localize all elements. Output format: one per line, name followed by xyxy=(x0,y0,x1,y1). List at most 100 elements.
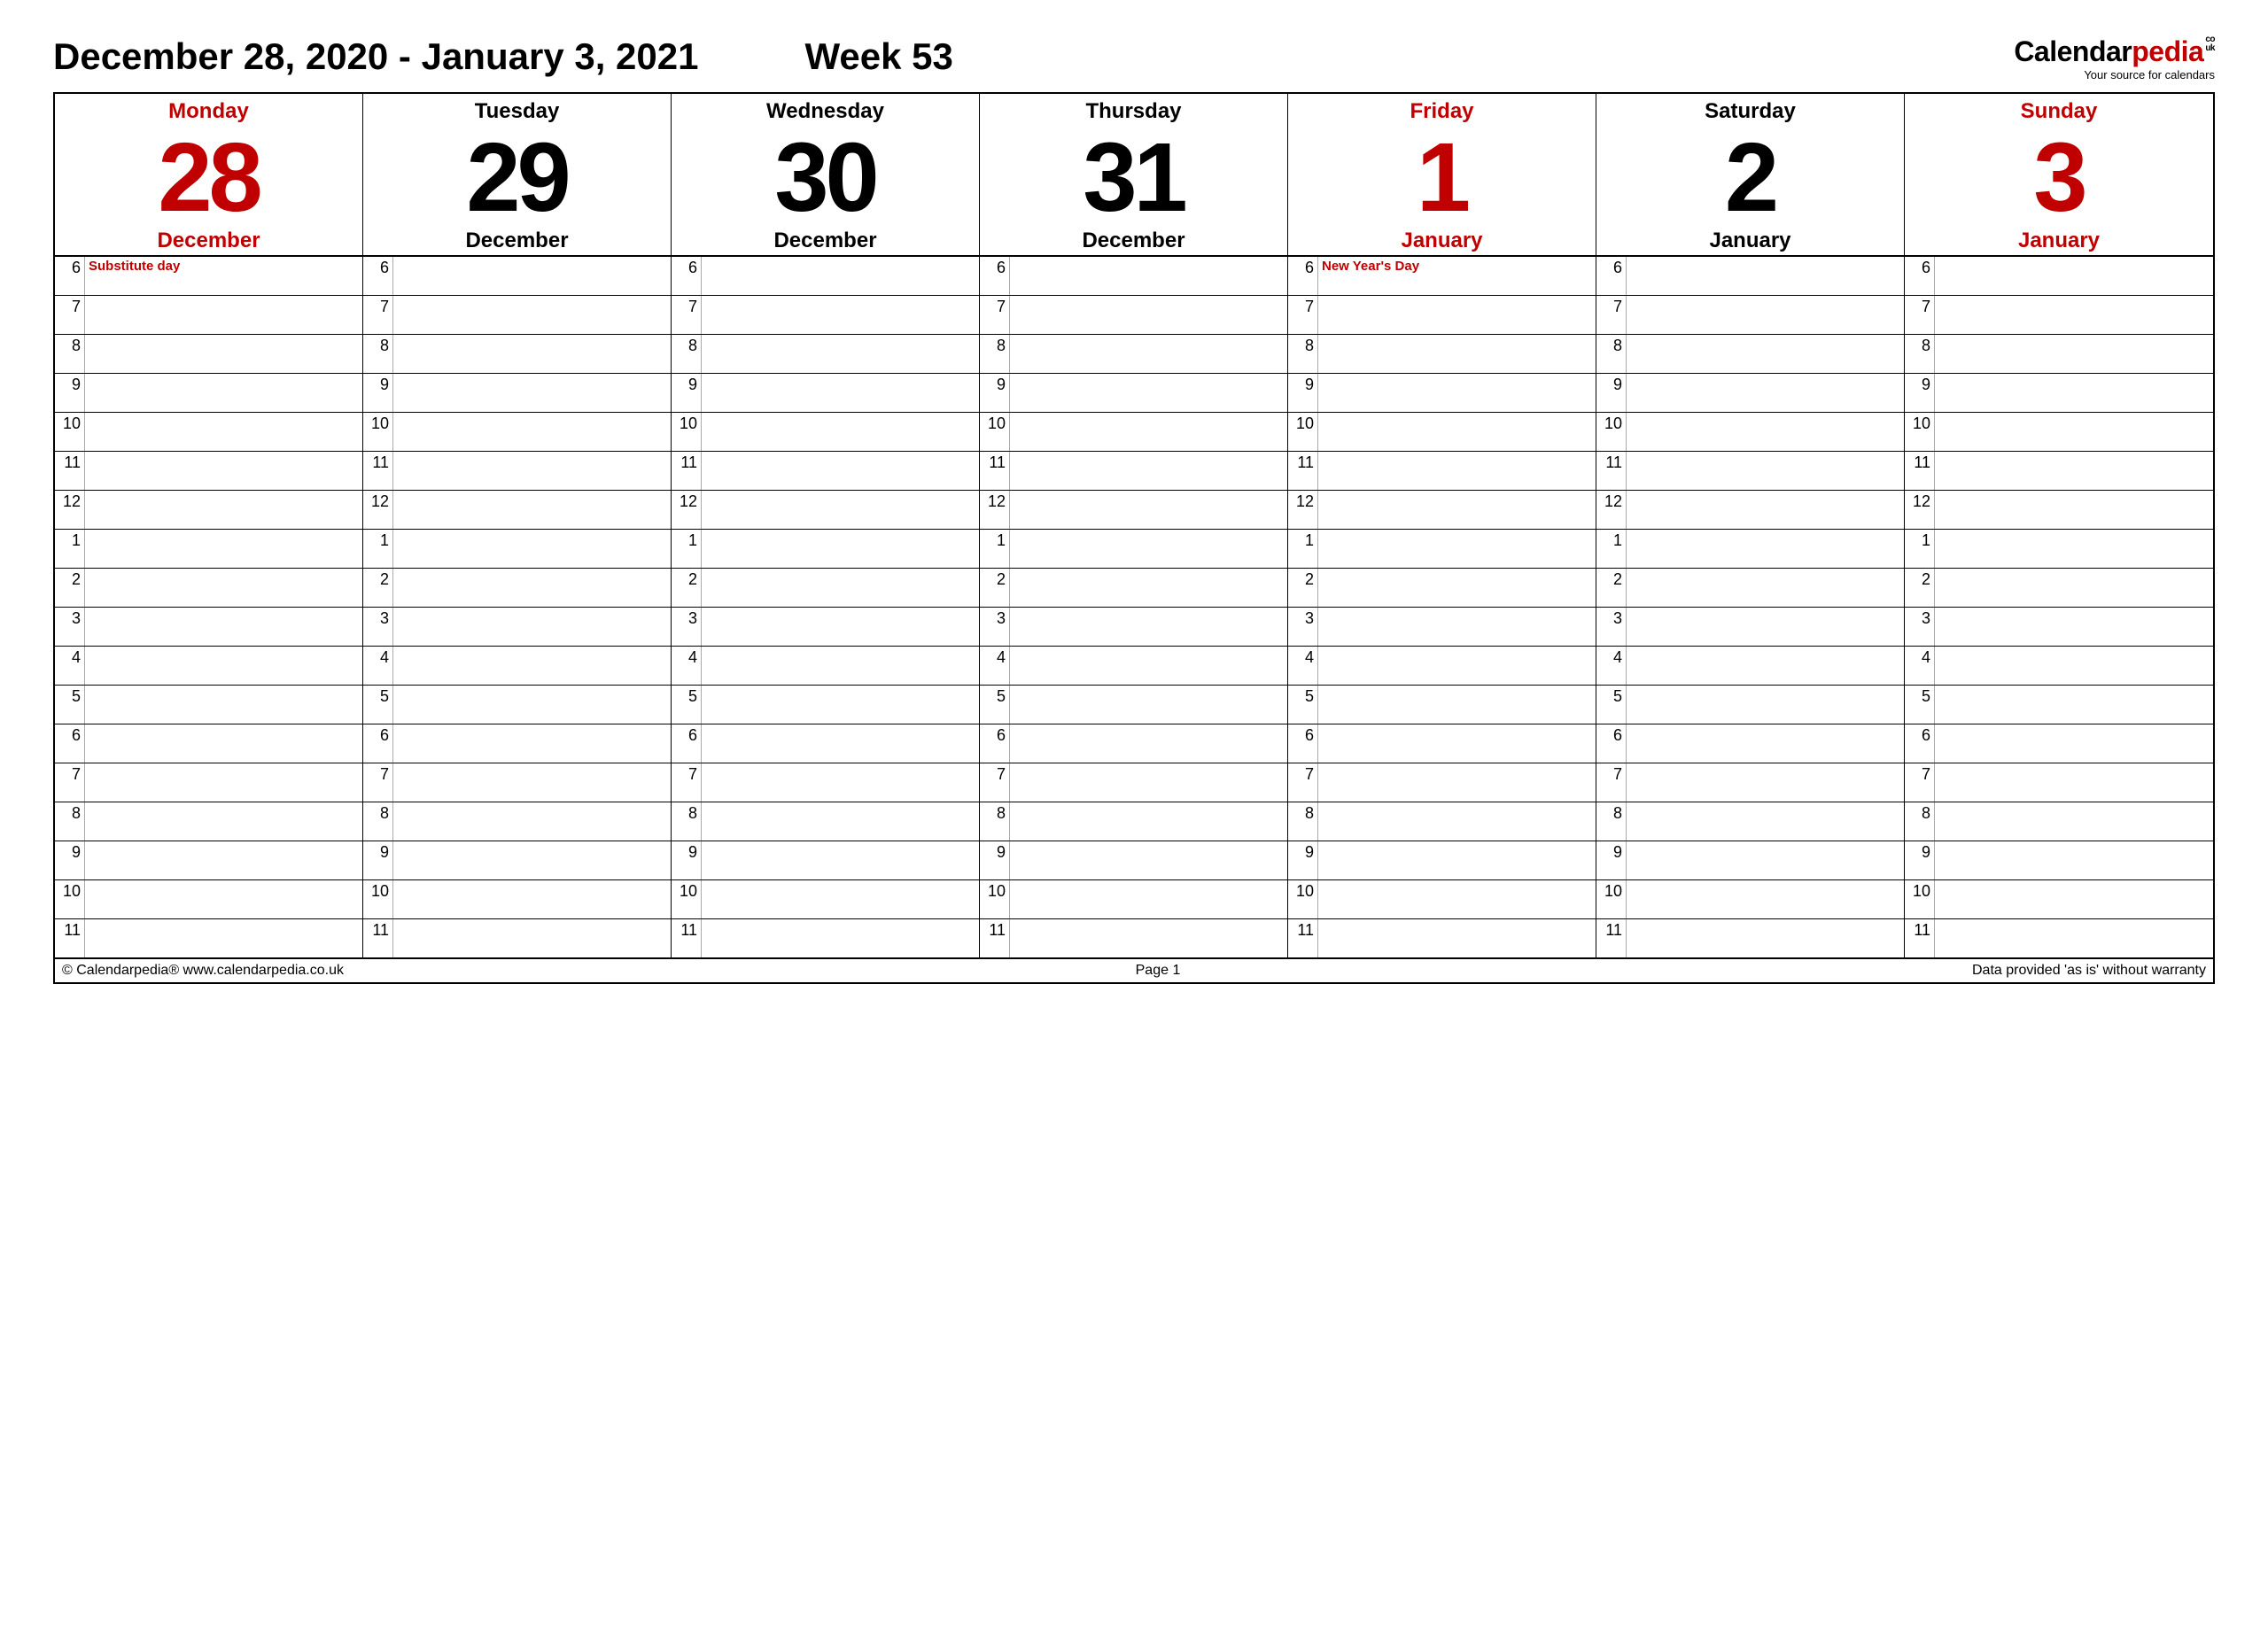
hour-cell[interactable] xyxy=(1010,569,1287,607)
hour-cell[interactable] xyxy=(1318,880,1596,918)
hour-cell[interactable] xyxy=(1010,724,1287,763)
hour-cell[interactable] xyxy=(393,530,671,568)
hour-cell[interactable] xyxy=(702,919,979,957)
hour-cell[interactable] xyxy=(1627,374,1904,412)
hour-cell[interactable] xyxy=(1318,919,1596,957)
hour-cell[interactable] xyxy=(702,452,979,490)
hour-cell[interactable] xyxy=(1318,413,1596,451)
hour-cell[interactable] xyxy=(1627,452,1904,490)
hour-cell[interactable] xyxy=(702,491,979,529)
hour-cell[interactable] xyxy=(1627,647,1904,685)
hour-cell[interactable] xyxy=(1318,608,1596,646)
hour-cell[interactable] xyxy=(1010,491,1287,529)
hour-cell[interactable] xyxy=(1935,686,2213,724)
hour-cell[interactable] xyxy=(85,763,362,802)
hour-cell[interactable] xyxy=(702,686,979,724)
hour-cell[interactable] xyxy=(85,530,362,568)
hour-cell[interactable] xyxy=(85,724,362,763)
hour-cell[interactable] xyxy=(393,257,671,295)
hour-cell[interactable] xyxy=(702,257,979,295)
hour-cell[interactable] xyxy=(393,647,671,685)
hour-cell[interactable] xyxy=(1010,452,1287,490)
hour-cell[interactable] xyxy=(702,802,979,841)
hour-cell[interactable] xyxy=(85,686,362,724)
hour-cell[interactable] xyxy=(393,608,671,646)
hour-cell[interactable] xyxy=(393,763,671,802)
hour-cell[interactable] xyxy=(1627,841,1904,879)
hour-cell[interactable] xyxy=(1010,880,1287,918)
hour-cell[interactable] xyxy=(1318,802,1596,841)
hour-cell[interactable] xyxy=(393,686,671,724)
hour-cell[interactable] xyxy=(1010,335,1287,373)
hour-cell[interactable] xyxy=(1935,296,2213,334)
hour-cell[interactable] xyxy=(1627,686,1904,724)
hour-cell[interactable] xyxy=(702,763,979,802)
hour-cell[interactable] xyxy=(1627,569,1904,607)
hour-cell[interactable] xyxy=(85,647,362,685)
hour-cell[interactable] xyxy=(1935,608,2213,646)
hour-cell[interactable] xyxy=(393,724,671,763)
hour-cell[interactable] xyxy=(1010,686,1287,724)
hour-cell[interactable] xyxy=(85,296,362,334)
hour-cell[interactable] xyxy=(1627,296,1904,334)
hour-cell[interactable] xyxy=(393,919,671,957)
hour-cell[interactable] xyxy=(1935,802,2213,841)
hour-cell[interactable] xyxy=(1010,763,1287,802)
hour-cell[interactable]: New Year's Day xyxy=(1318,257,1596,295)
hour-cell[interactable] xyxy=(85,880,362,918)
hour-cell[interactable] xyxy=(1010,413,1287,451)
hour-cell[interactable] xyxy=(1318,452,1596,490)
hour-cell[interactable] xyxy=(1318,686,1596,724)
hour-cell[interactable] xyxy=(1318,647,1596,685)
hour-cell[interactable] xyxy=(1627,608,1904,646)
hour-cell[interactable] xyxy=(1627,880,1904,918)
hour-cell[interactable] xyxy=(1935,724,2213,763)
hour-cell[interactable] xyxy=(85,919,362,957)
hour-cell[interactable] xyxy=(85,491,362,529)
hour-cell[interactable] xyxy=(1318,841,1596,879)
hour-cell[interactable] xyxy=(393,296,671,334)
hour-cell[interactable] xyxy=(1935,569,2213,607)
hour-cell[interactable] xyxy=(1627,335,1904,373)
hour-cell[interactable] xyxy=(85,374,362,412)
hour-cell[interactable] xyxy=(1627,763,1904,802)
hour-cell[interactable] xyxy=(1627,919,1904,957)
hour-cell[interactable] xyxy=(85,802,362,841)
hour-cell[interactable] xyxy=(1010,257,1287,295)
hour-cell[interactable] xyxy=(1010,841,1287,879)
hour-cell[interactable] xyxy=(702,608,979,646)
hour-cell[interactable] xyxy=(1935,647,2213,685)
hour-cell[interactable] xyxy=(393,880,671,918)
hour-cell[interactable] xyxy=(702,841,979,879)
hour-cell[interactable] xyxy=(1627,802,1904,841)
hour-cell[interactable] xyxy=(1318,335,1596,373)
hour-cell[interactable] xyxy=(1935,763,2213,802)
hour-cell[interactable] xyxy=(1318,724,1596,763)
hour-cell[interactable] xyxy=(1010,608,1287,646)
hour-cell[interactable] xyxy=(1010,802,1287,841)
hour-cell[interactable] xyxy=(1935,491,2213,529)
hour-cell[interactable] xyxy=(1935,413,2213,451)
hour-cell[interactable] xyxy=(1010,919,1287,957)
hour-cell[interactable] xyxy=(702,569,979,607)
hour-cell[interactable] xyxy=(702,724,979,763)
hour-cell[interactable] xyxy=(1318,491,1596,529)
hour-cell[interactable] xyxy=(85,841,362,879)
hour-cell[interactable] xyxy=(702,374,979,412)
hour-cell[interactable] xyxy=(393,491,671,529)
hour-cell[interactable] xyxy=(393,841,671,879)
hour-cell[interactable] xyxy=(1935,452,2213,490)
hour-cell[interactable] xyxy=(702,335,979,373)
hour-cell[interactable] xyxy=(1010,647,1287,685)
hour-cell[interactable] xyxy=(393,335,671,373)
hour-cell[interactable] xyxy=(1318,374,1596,412)
hour-cell[interactable] xyxy=(1935,919,2213,957)
hour-cell[interactable] xyxy=(85,608,362,646)
hour-cell[interactable]: Substitute day xyxy=(85,257,362,295)
hour-cell[interactable] xyxy=(85,335,362,373)
hour-cell[interactable] xyxy=(1627,257,1904,295)
hour-cell[interactable] xyxy=(393,569,671,607)
hour-cell[interactable] xyxy=(393,374,671,412)
hour-cell[interactable] xyxy=(702,413,979,451)
hour-cell[interactable] xyxy=(1935,335,2213,373)
